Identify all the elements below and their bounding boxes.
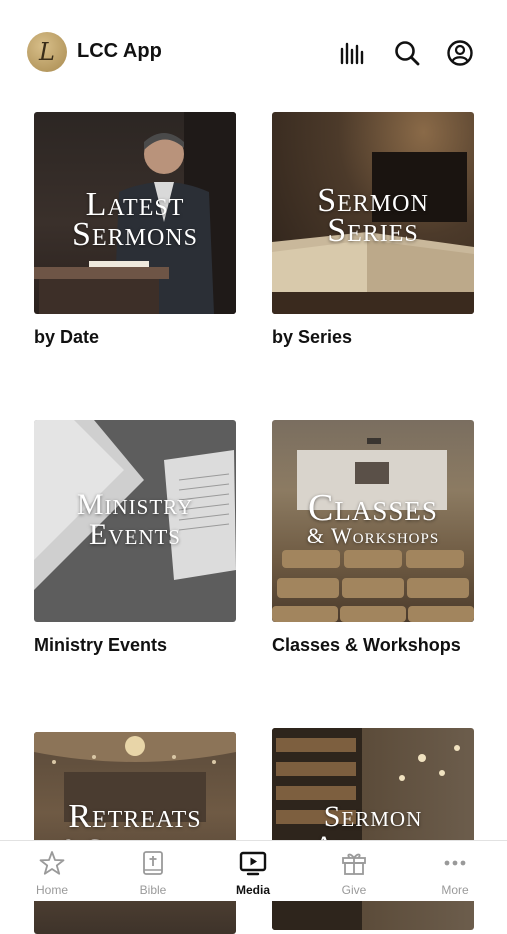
tile-caption[interactable]: Classes & Workshops — [272, 634, 482, 657]
search-icon[interactable] — [392, 38, 422, 68]
latest-sermons-thumbnail[interactable]: Latest Sermons — [34, 112, 236, 314]
app-title: LCC App — [77, 40, 162, 62]
tile-caption[interactable]: Ministry Events — [34, 634, 244, 657]
overlay-line1: Ministry — [76, 488, 194, 521]
tab-bible[interactable]: Bible — [103, 849, 203, 897]
tile-caption[interactable]: by Date — [34, 326, 244, 349]
sermon-series-thumbnail[interactable]: Sermon Series — [272, 112, 474, 314]
overlay-line1: Sermon — [323, 800, 423, 833]
tv-play-icon — [239, 851, 267, 876]
sermon-series-overlay: Sermon Series — [272, 184, 474, 249]
tab-give[interactable]: Give — [304, 849, 404, 897]
app-logo[interactable]: L — [27, 32, 67, 72]
classes-workshops-overlay: Classes & Workshops — [272, 487, 474, 548]
retreats-thumbnail[interactable]: Retreats & Conferences — [34, 732, 236, 934]
tab-media[interactable]: Media — [203, 849, 303, 897]
tab-label: Give — [341, 883, 367, 897]
tab-label: Media — [235, 883, 270, 897]
overlay-line2: Events — [89, 518, 181, 551]
audio-bars-icon[interactable] — [337, 38, 367, 68]
tile-sermon-series[interactable]: Sermon Series by Series — [272, 112, 474, 349]
tile-latest-sermons[interactable]: Latest Sermons by Date — [34, 112, 236, 349]
overlay-line2: Sermons — [72, 216, 198, 253]
bottom-tab-bar: Home Bible Media Give More — [0, 840, 507, 901]
tab-more[interactable]: More — [405, 849, 505, 897]
latest-sermons-overlay: Latest Sermons — [34, 188, 236, 253]
tab-home[interactable]: Home — [2, 849, 102, 897]
tile-retreats[interactable]: Retreats & Conferences — [34, 732, 236, 934]
tile-classes-workshops[interactable]: Classes & Workshops Classes & Workshops — [272, 420, 474, 657]
tab-label: Bible — [139, 883, 167, 897]
classes-workshops-thumbnail[interactable]: Classes & Workshops — [272, 420, 474, 622]
gift-icon — [342, 853, 366, 875]
overlay-line2: & Workshops — [306, 523, 440, 548]
ministry-events-overlay: Ministry Events — [34, 490, 236, 550]
tab-label: Home — [35, 883, 68, 897]
account-icon[interactable] — [445, 38, 475, 68]
tab-label: More — [441, 883, 469, 897]
tile-ministry-events[interactable]: Ministry Events Ministry Events — [34, 420, 236, 657]
overlay-line2: Series — [327, 212, 419, 249]
bible-icon — [143, 851, 163, 875]
ministry-events-thumbnail[interactable]: Ministry Events — [34, 420, 236, 622]
app-header: L LCC App — [0, 0, 507, 100]
overlay-line1: Retreats — [68, 798, 202, 835]
star-icon — [39, 851, 65, 875]
overlay-line1: Classes — [308, 487, 438, 529]
more-dots-icon — [444, 860, 466, 866]
tile-caption[interactable]: by Series — [272, 326, 482, 349]
